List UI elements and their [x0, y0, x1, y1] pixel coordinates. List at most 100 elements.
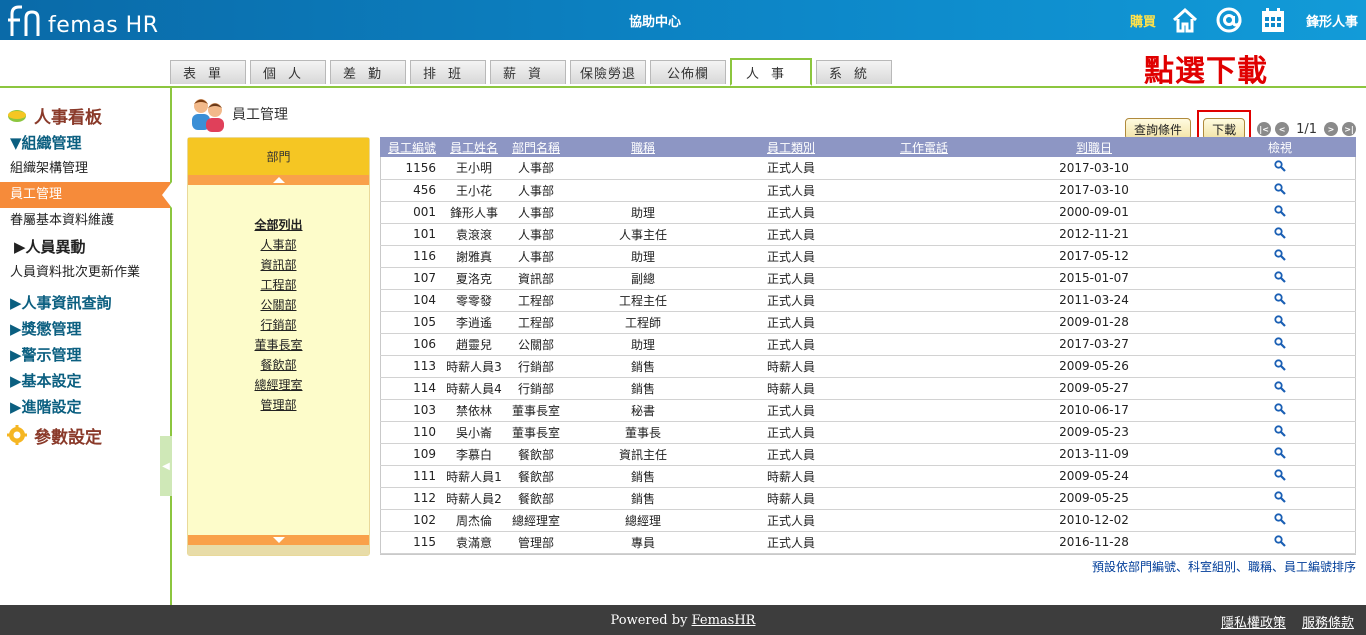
sidebar-item-employee-management[interactable]: 員工管理	[0, 182, 172, 208]
department-link[interactable]: 人事部	[188, 235, 369, 255]
sidebar-title[interactable]: 人事看板	[0, 100, 170, 130]
sidebar-item-batch-update[interactable]: 人員資料批次更新作業	[0, 260, 170, 286]
prev-page-icon[interactable]: <	[1275, 122, 1290, 136]
home-icon[interactable]	[1170, 5, 1200, 35]
table-row: 106 趙靈兒 公關部 助理 正式人員 2017-03-27	[380, 333, 1356, 356]
column-header: 檢視	[1204, 137, 1356, 157]
tab-1[interactable]: 個人	[250, 60, 326, 84]
column-header[interactable]: 部門名稱	[504, 137, 568, 157]
view-magnifier-icon[interactable]	[1274, 468, 1286, 481]
view-magnifier-icon[interactable]	[1274, 424, 1286, 437]
sidebar-group-advanced-settings[interactable]: ▶進階設定	[0, 394, 170, 420]
table-cell: 董事長室	[504, 399, 568, 422]
view-magnifier-icon[interactable]	[1274, 336, 1286, 349]
table-cell: 115	[380, 531, 444, 554]
column-header[interactable]: 職稱	[568, 137, 718, 157]
table-cell: 行銷部	[504, 355, 568, 378]
femashr-link[interactable]: FemasHR	[692, 613, 756, 628]
sidebar-group-personnel-change[interactable]: ▶人員異動	[0, 234, 170, 260]
femas-logo[interactable]: femas HR	[6, 4, 158, 38]
table-cell: 董事長	[568, 421, 718, 444]
sidebar-group-org[interactable]: ▼組織管理	[0, 130, 170, 156]
department-link[interactable]: 工程部	[188, 275, 369, 295]
view-magnifier-icon[interactable]	[1274, 512, 1286, 525]
view-magnifier-icon[interactable]	[1274, 292, 1286, 305]
table-cell: 工程主任	[568, 289, 718, 312]
column-header[interactable]: 員工類別	[718, 137, 864, 157]
department-scroll-up-icon[interactable]	[188, 175, 369, 185]
column-header[interactable]: 員工編號	[380, 137, 444, 157]
table-row: 104 零零發 工程部 工程主任 正式人員 2011-03-24	[380, 289, 1356, 312]
department-link[interactable]: 董事長室	[188, 335, 369, 355]
view-cell	[1204, 421, 1356, 444]
terms-of-service-link[interactable]: 服務條款	[1302, 612, 1354, 631]
department-link[interactable]: 行銷部	[188, 315, 369, 335]
user-name[interactable]: 鋒形人事	[1306, 11, 1358, 30]
buy-link[interactable]: 購買	[1130, 11, 1156, 30]
view-magnifier-icon[interactable]	[1274, 248, 1286, 261]
at-mail-icon[interactable]	[1214, 5, 1244, 35]
tab-0[interactable]: 表單	[170, 60, 246, 84]
next-page-icon[interactable]: >	[1324, 122, 1338, 136]
tab-6[interactable]: 公佈欄	[650, 60, 726, 84]
table-cell: 113	[380, 355, 444, 378]
table-cell: 趙靈兒	[444, 333, 504, 356]
view-magnifier-icon[interactable]	[1274, 446, 1286, 459]
table-cell: 銷售	[568, 465, 718, 488]
view-cell	[1204, 179, 1356, 202]
view-magnifier-icon[interactable]	[1274, 160, 1286, 173]
table-cell: 人事部	[504, 201, 568, 224]
tab-8[interactable]: 系統	[816, 60, 892, 84]
tab-2[interactable]: 差勤	[330, 60, 406, 84]
table-cell	[864, 421, 984, 444]
calendar-icon[interactable]	[1258, 5, 1288, 35]
table-cell: 正式人員	[718, 179, 864, 202]
view-magnifier-icon[interactable]	[1274, 358, 1286, 371]
view-magnifier-icon[interactable]	[1274, 490, 1286, 503]
table-cell	[864, 531, 984, 554]
help-center-link[interactable]: 協助中心	[600, 11, 710, 30]
sidebar-group-alerts[interactable]: ▶警示管理	[0, 342, 170, 368]
tab-7[interactable]: 人事	[730, 58, 812, 86]
sidebar-collapse-handle[interactable]: ◀	[160, 436, 172, 496]
department-list: 全部列出 人事部 資訊部 工程部 公關部 行銷部 董事長室 餐飲部 總經理室 管理部	[188, 185, 369, 534]
sidebar-group-basic-settings[interactable]: ▶基本設定	[0, 368, 170, 394]
sidebar-group-rewards[interactable]: ▶獎懲管理	[0, 316, 170, 342]
view-magnifier-icon[interactable]	[1274, 182, 1286, 195]
sidebar-group-hr-query[interactable]: ▶人事資訊查詢	[0, 290, 170, 316]
view-cell	[1204, 157, 1356, 180]
first-page-icon[interactable]: |<	[1257, 122, 1272, 136]
sidebar-param-settings[interactable]: 參數設定	[0, 420, 170, 450]
table-cell: 正式人員	[718, 443, 864, 466]
view-magnifier-icon[interactable]	[1274, 270, 1286, 283]
employee-table: 員工編號 員工姓名 部門名稱 職稱 員工類別 工作電話 到職日 檢視 1156 王小明 人事部 正式…	[380, 137, 1356, 554]
view-magnifier-icon[interactable]	[1274, 534, 1286, 547]
table-cell: 104	[380, 289, 444, 312]
view-magnifier-icon[interactable]	[1274, 204, 1286, 217]
tab-4[interactable]: 薪資	[490, 60, 566, 84]
sidebar-item-org-structure[interactable]: 組織架構管理	[0, 156, 170, 182]
department-link[interactable]: 總經理室	[188, 375, 369, 395]
tab-5[interactable]: 保險勞退	[570, 60, 646, 84]
department-all-link[interactable]: 全部列出	[188, 215, 369, 235]
view-magnifier-icon[interactable]	[1274, 402, 1286, 415]
table-cell: 人事部	[504, 157, 568, 180]
table-row: 001 鋒形人事 人事部 助理 正式人員 2000-09-01	[380, 201, 1356, 224]
column-header[interactable]: 工作電話	[864, 137, 984, 157]
tab-3[interactable]: 排班	[410, 60, 486, 84]
sidebar-item-dependents[interactable]: 眷屬基本資料維護	[0, 208, 170, 234]
department-link[interactable]: 餐飲部	[188, 355, 369, 375]
view-magnifier-icon[interactable]	[1274, 226, 1286, 239]
department-link[interactable]: 管理部	[188, 395, 369, 415]
logo-text: femas HR	[48, 13, 159, 38]
table-cell	[864, 465, 984, 488]
view-magnifier-icon[interactable]	[1274, 314, 1286, 327]
last-page-icon[interactable]: >|	[1342, 122, 1356, 136]
privacy-policy-link[interactable]: 隱私權政策	[1221, 612, 1286, 631]
column-header[interactable]: 員工姓名	[444, 137, 504, 157]
department-scroll-down-icon[interactable]	[188, 535, 369, 545]
view-magnifier-icon[interactable]	[1274, 380, 1286, 393]
department-link[interactable]: 資訊部	[188, 255, 369, 275]
department-link[interactable]: 公關部	[188, 295, 369, 315]
column-header[interactable]: 到職日	[984, 137, 1204, 157]
